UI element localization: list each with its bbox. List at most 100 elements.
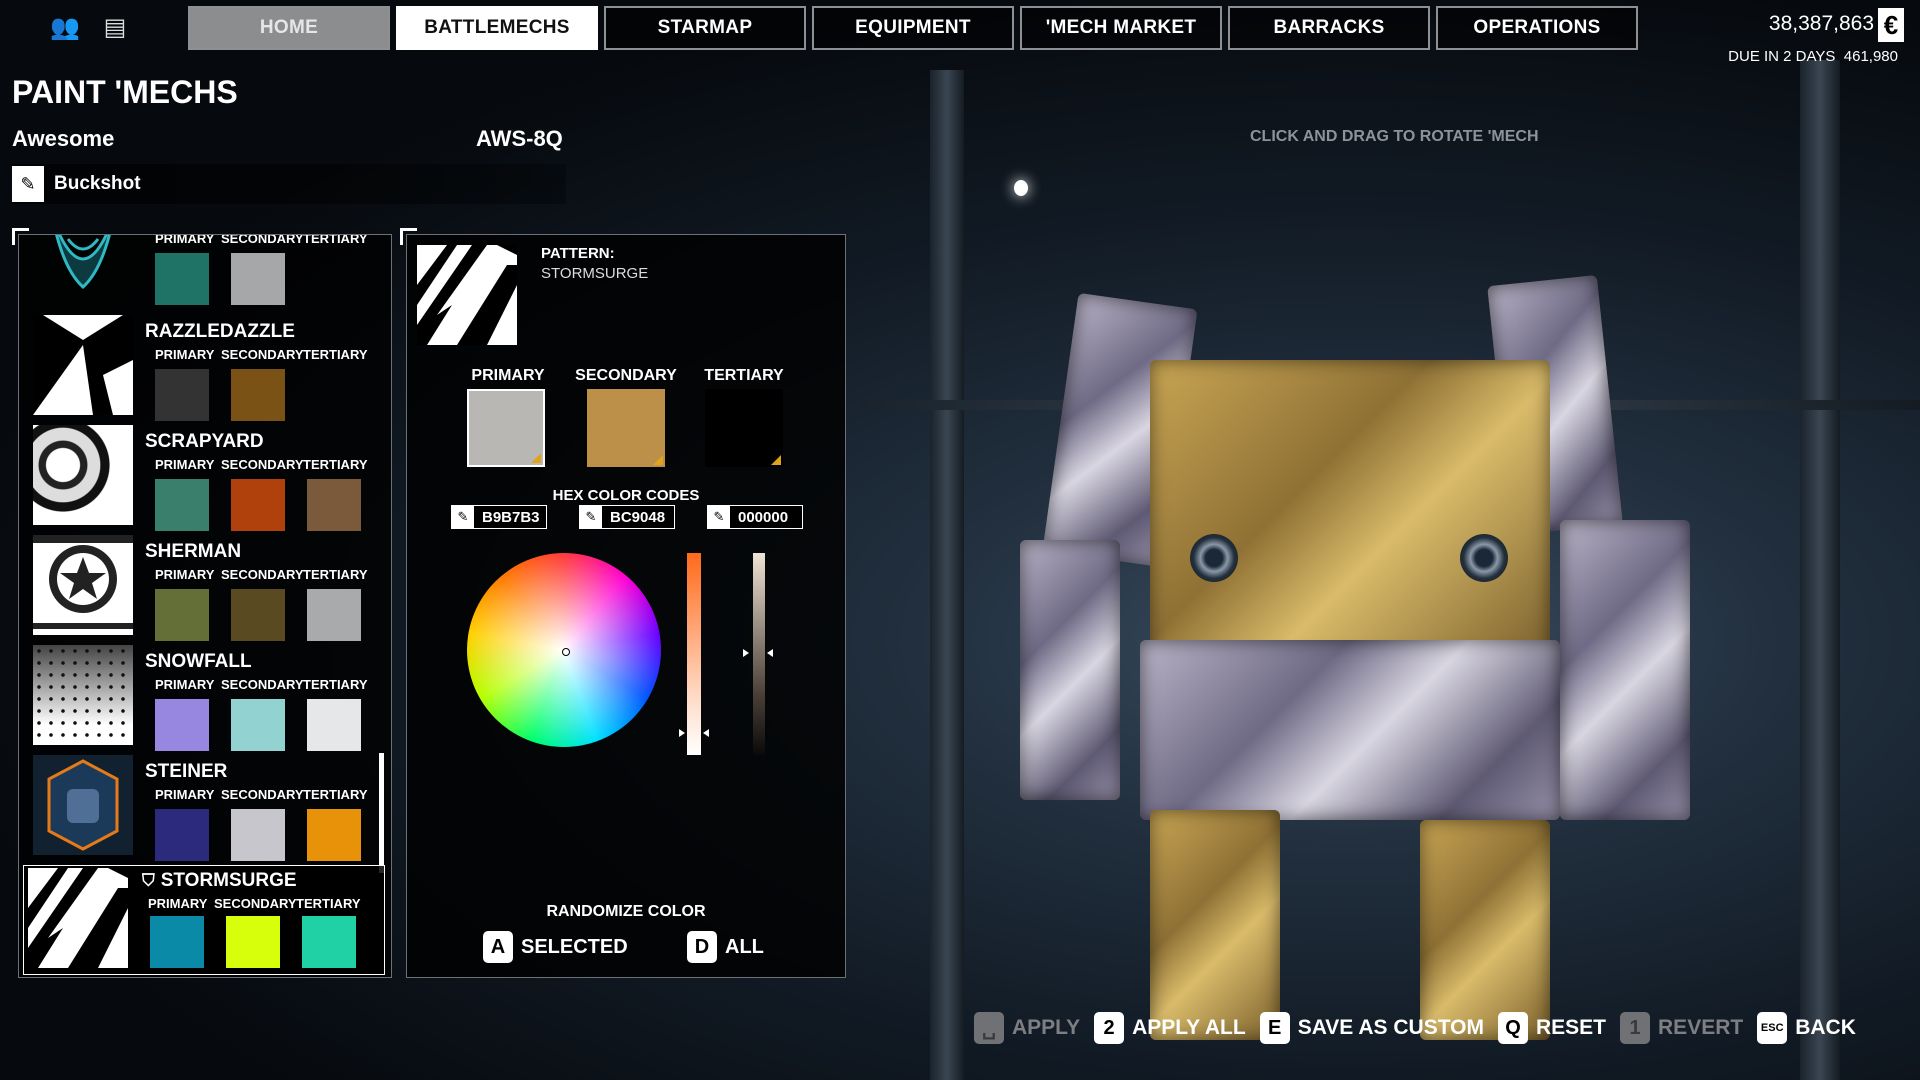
swatch-tertiary <box>302 916 356 968</box>
brightness-slider-handle-right[interactable] <box>767 649 773 657</box>
list-item[interactable]: PRIMARY SECONDARY TERTIARY <box>19 234 391 309</box>
list-scrollbar[interactable] <box>379 753 384 873</box>
swatch-label-primary: PRIMARY <box>155 457 215 472</box>
swatch-label-secondary: SECONDARY <box>221 457 304 472</box>
swatch-label-tertiary: TERTIARY <box>303 567 368 582</box>
brightness-slider-handle-left[interactable] <box>743 649 749 657</box>
randomize-selected-button[interactable]: A SELECTED <box>483 931 628 963</box>
revert-button[interactable]: 1 REVERT <box>1620 1012 1743 1044</box>
pattern-thumb-snowfall <box>33 645 133 745</box>
tab-battlemechs[interactable]: BATTLEMECHS <box>396 6 598 50</box>
tab-mech-market[interactable]: 'MECH MARKET <box>1020 6 1222 50</box>
hangar-light <box>1014 180 1028 196</box>
mech-variant: AWS-8Q <box>476 126 563 151</box>
tertiary-hex-input[interactable]: ✎ 000000 <box>707 505 803 529</box>
swatch-tertiary <box>307 699 361 751</box>
list-item[interactable]: RAZZLEDAZZLE PRIMARY SECONDARY TERTIARY <box>19 315 391 425</box>
swatch-secondary <box>231 809 285 861</box>
swatch-label-primary: PRIMARY <box>155 567 215 582</box>
key-esc: ESC <box>1757 1012 1788 1044</box>
swatch-label-secondary: SECONDARY <box>221 677 304 692</box>
top-icon-group: 👥 ▤ <box>48 10 132 44</box>
swatch-primary <box>155 589 209 641</box>
mech-left-arm <box>1020 540 1120 800</box>
swatch-label-tertiary: TERTIARY <box>296 896 361 911</box>
key-e: E <box>1259 1012 1290 1044</box>
swatch-secondary <box>226 916 280 968</box>
swatch-label-secondary: SECONDARY <box>214 896 297 911</box>
primary-hex-input[interactable]: ✎ B9B7B3 <box>451 505 547 529</box>
pattern-label: PATTERN: <box>541 245 615 262</box>
pattern-thumb-sherman <box>33 535 133 635</box>
swatch-secondary <box>231 589 285 641</box>
saturation-slider[interactable] <box>687 553 701 755</box>
mech-name: Awesome <box>12 126 115 151</box>
back-button[interactable]: ESC BACK <box>1757 1012 1856 1044</box>
hangar-pillar <box>1800 60 1840 1080</box>
saturation-slider-handle-right[interactable] <box>703 729 709 737</box>
apply-button[interactable]: ␣ APPLY <box>974 1012 1080 1044</box>
tertiary-color-swatch[interactable] <box>705 389 783 467</box>
pilot-roster-icon[interactable]: 👥 <box>48 10 82 44</box>
swatch-label-primary: PRIMARY <box>148 896 208 911</box>
pattern-name: RAZZLEDAZZLE <box>145 321 295 342</box>
brightness-slider[interactable] <box>753 553 765 755</box>
pattern-name: SNOWFALL <box>145 651 252 672</box>
list-item-selected[interactable]: ⛉ STORMSURGE PRIMARY SECONDARY TERTIARY <box>23 865 385 975</box>
key-q: Q <box>1498 1012 1528 1044</box>
list-item[interactable]: SHERMAN PRIMARY SECONDARY TERTIARY <box>19 535 391 645</box>
tab-starmap[interactable]: STARMAP <box>604 6 806 50</box>
main-nav: HOME BATTLEMECHS STARMAP EQUIPMENT 'MECH… <box>188 6 1638 50</box>
pilot-brush-icon: ✎ <box>12 166 44 202</box>
save-as-custom-label: SAVE AS CUSTOM <box>1297 1016 1484 1039</box>
mech-left-leg <box>1150 810 1280 1040</box>
swatch-label-tertiary: TERTIARY <box>303 787 368 802</box>
swatch-primary <box>155 253 209 305</box>
tab-operations[interactable]: OPERATIONS <box>1436 6 1638 50</box>
due-amount: 461,980 <box>1843 48 1898 65</box>
randomize-all-button[interactable]: D ALL <box>687 931 764 963</box>
color-wheel[interactable] <box>467 553 661 747</box>
primary-color-swatch[interactable] <box>467 389 545 467</box>
editor-pattern-thumb <box>417 245 517 345</box>
swatch-label-primary: PRIMARY <box>155 347 215 362</box>
swatch-tertiary <box>307 809 361 861</box>
key-1: 1 <box>1620 1012 1651 1044</box>
secondary-color-swatch[interactable] <box>587 389 665 467</box>
pattern-name: SHERMAN <box>145 541 242 562</box>
swatch-label-primary: PRIMARY <box>155 234 215 246</box>
rotate-hint: CLICK AND DRAG TO ROTATE 'MECH <box>1250 128 1539 145</box>
swatch-label-secondary: SECONDARY <box>221 347 304 362</box>
news-icon[interactable]: ▤ <box>98 10 132 44</box>
pattern-thumb-emblem <box>33 235 133 299</box>
pattern-thumb-razzledazzle <box>33 315 133 415</box>
swatch-label-secondary: SECONDARY <box>221 567 304 582</box>
secondary-hex-input[interactable]: ✎ BC9048 <box>579 505 675 529</box>
tab-barracks[interactable]: BARRACKS <box>1228 6 1430 50</box>
mech-right-arm <box>1560 520 1690 820</box>
apply-all-label: APPLY ALL <box>1132 1016 1246 1039</box>
saturation-slider-handle-left[interactable] <box>679 729 685 737</box>
list-item[interactable]: SCRAPYARD PRIMARY SECONDARY TERTIARY <box>19 425 391 535</box>
list-item[interactable]: STEINER PRIMARY SECONDARY TERTIARY <box>19 755 391 865</box>
tertiary-hex-value: 000000 <box>738 508 789 526</box>
swatch-primary <box>155 369 209 421</box>
save-as-custom-button[interactable]: E SAVE AS CUSTOM <box>1259 1012 1484 1044</box>
c-bill-icon: € <box>1878 8 1904 42</box>
reset-button[interactable]: Q RESET <box>1498 1012 1606 1044</box>
tab-home[interactable]: HOME <box>188 6 390 50</box>
swatch-label-tertiary: TERTIARY <box>303 234 368 246</box>
swatch-primary <box>155 699 209 751</box>
apply-all-button[interactable]: 2 APPLY ALL <box>1094 1012 1246 1044</box>
pattern-list[interactable]: PRIMARY SECONDARY TERTIARY RAZZLEDAZZLE … <box>18 234 392 978</box>
page-title: PAINT 'MECHS <box>12 74 238 110</box>
color-wheel-cursor[interactable] <box>562 648 570 656</box>
swatch-tertiary <box>307 479 361 531</box>
tab-equipment[interactable]: EQUIPMENT <box>812 6 1014 50</box>
swatch-primary <box>155 479 209 531</box>
list-item[interactable]: SNOWFALL PRIMARY SECONDARY TERTIARY <box>19 645 391 755</box>
randomize-selected-label: SELECTED <box>521 935 628 958</box>
apply-label: APPLY <box>1012 1016 1081 1039</box>
due-text: DUE IN 2 DAYS <box>1728 48 1836 65</box>
pattern-value: STORMSURGE <box>541 265 649 282</box>
